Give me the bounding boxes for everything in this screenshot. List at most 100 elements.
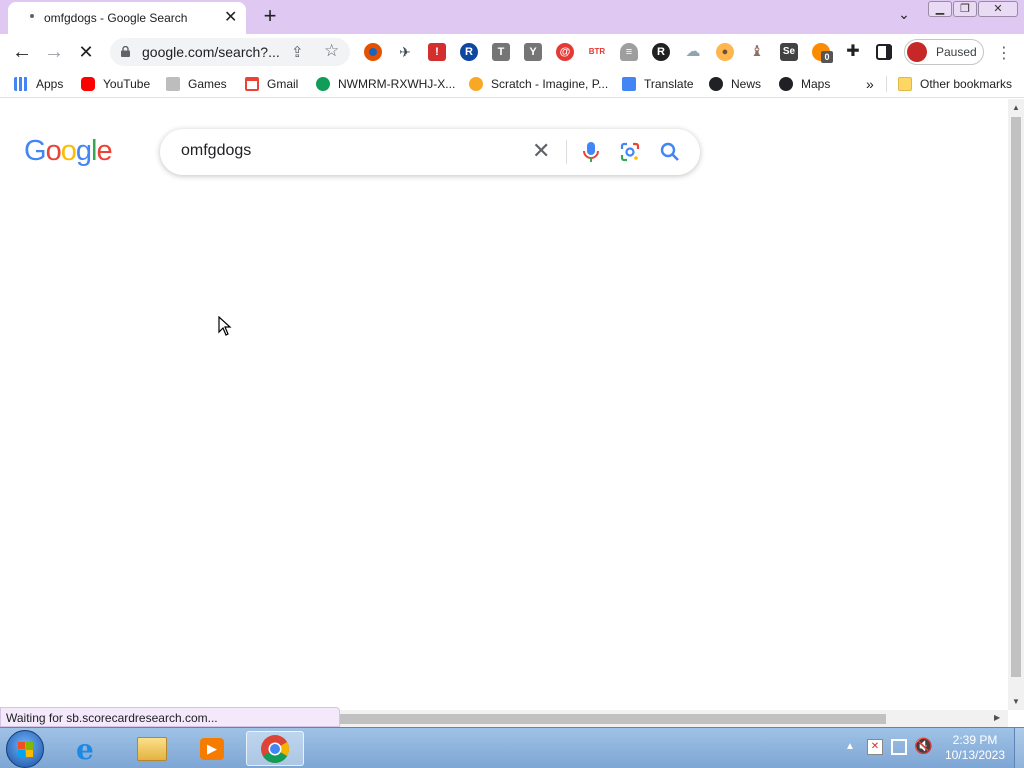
bookmark-scratch[interactable]: Scratch - Imagine, P...	[469, 75, 608, 93]
bookmark-translate[interactable]: Translate	[622, 75, 694, 93]
btr-extension-icon[interactable]: BTR	[586, 43, 608, 61]
file-explorer-taskbar-button[interactable]	[128, 731, 176, 766]
browser-tab[interactable]: omfgdogs - Google Search ✕	[8, 2, 246, 34]
chrome-icon	[261, 735, 289, 763]
volume-muted-icon[interactable]: 🔇	[914, 737, 933, 755]
bookmark-label: YouTube	[103, 77, 151, 91]
chess-extension-icon[interactable]: ♝	[748, 43, 766, 61]
minimize-button[interactable]: ▁	[928, 1, 952, 17]
bookmark-label: Translate	[644, 77, 694, 91]
bookmark-youtube[interactable]: YouTube	[81, 75, 150, 93]
r-black-extension-icon[interactable]: R	[652, 43, 670, 61]
clock-date: 10/13/2023	[944, 748, 1006, 762]
search-divider	[566, 140, 567, 164]
bookmark-maps[interactable]: Maps	[779, 75, 830, 93]
vertical-scroll-thumb[interactable]	[1011, 117, 1021, 677]
cloud-extension-icon[interactable]: ☁	[684, 43, 702, 61]
back-button[interactable]: ←	[8, 38, 36, 66]
internet-explorer-taskbar-button[interactable]: e	[66, 731, 114, 766]
bookmark-games[interactable]: Games	[166, 75, 227, 93]
google-logo[interactable]: Google	[24, 135, 113, 168]
extension-badge: 0	[821, 51, 833, 63]
forward-button[interactable]: →	[40, 38, 68, 66]
show-hidden-icons-arrow[interactable]: ▲	[845, 741, 855, 752]
windows-logo-part	[26, 742, 33, 749]
browser-toolbar: ← → ✕ google.com/search?... ⇪ ☆ ✈ ! R T …	[0, 34, 1024, 70]
logo-letter: G	[24, 135, 47, 167]
mouse-cursor-icon	[218, 316, 232, 336]
scroll-right-arrow[interactable]: ▶	[994, 713, 1000, 722]
start-button[interactable]	[6, 730, 44, 768]
show-desktop-button[interactable]	[1014, 728, 1024, 768]
search-box[interactable]: omfgdogs ✕	[160, 129, 700, 175]
folder-icon	[898, 77, 912, 91]
address-bar[interactable]: google.com/search?... ⇪ ☆	[110, 38, 350, 66]
system-clock[interactable]: 2:39 PM 10/13/2023	[940, 733, 1010, 763]
y-extension-icon[interactable]: Y	[524, 43, 542, 61]
bookmarks-overflow-button[interactable]: »	[866, 75, 874, 93]
share-icon[interactable]: ⇪	[291, 43, 304, 61]
avatar	[907, 42, 927, 62]
lock-icon	[121, 46, 130, 57]
new-tab-button[interactable]: +	[258, 4, 282, 28]
vimeo-extension-icon[interactable]: ✈	[396, 43, 414, 61]
bookmark-gmail[interactable]: Gmail	[245, 75, 298, 93]
translate-icon	[622, 77, 636, 91]
red-swirl-extension-icon[interactable]: @	[556, 43, 574, 61]
chrome-taskbar-button[interactable]	[246, 731, 304, 766]
bookmark-label: Scratch - Imagine, P...	[491, 77, 609, 91]
scroll-up-arrow[interactable]: ▲	[1012, 103, 1020, 112]
profile-button[interactable]: Paused	[904, 39, 984, 65]
search-input[interactable]: omfgdogs	[181, 142, 251, 160]
restore-button[interactable]: ❐	[953, 1, 977, 17]
bookmark-star-icon[interactable]: ☆	[324, 41, 339, 61]
bookmark-label: Games	[188, 77, 227, 91]
badge-extension-icon[interactable]: 0	[812, 43, 833, 63]
r-circle-extension-icon[interactable]: R	[460, 43, 478, 61]
bookmark-apps[interactable]: Apps	[14, 75, 63, 93]
globe-icon	[779, 77, 793, 91]
logo-letter: g	[75, 135, 92, 167]
stop-loading-button[interactable]: ✕	[72, 38, 100, 66]
scroll-down-arrow[interactable]: ▼	[1012, 697, 1020, 706]
bookmark-label: News	[731, 77, 762, 91]
status-bar: Waiting for sb.scorecardresearch.com...	[0, 707, 340, 727]
url-text: google.com/search?...	[142, 44, 280, 60]
search-icon[interactable]	[660, 142, 680, 162]
globe-icon	[709, 77, 723, 91]
puzzle-icon[interactable]: ✚	[844, 43, 862, 61]
clear-search-icon[interactable]: ✕	[532, 138, 550, 164]
tab-search-icon[interactable]: ⌄	[893, 6, 915, 26]
microphone-icon[interactable]	[582, 141, 600, 163]
network-icon[interactable]	[891, 739, 907, 755]
close-window-button[interactable]: ✕	[978, 1, 1018, 17]
logo-letter: e	[96, 135, 112, 167]
phone-icon	[316, 77, 330, 91]
google-lens-icon[interactable]	[620, 142, 640, 162]
close-tab-icon[interactable]: ✕	[224, 7, 237, 27]
bookmark-news[interactable]: News	[709, 75, 761, 93]
bookmarks-divider	[886, 76, 887, 92]
cookie-extension-icon[interactable]: ●	[716, 43, 734, 61]
tab-title: omfgdogs - Google Search	[44, 11, 188, 25]
t-extension-icon[interactable]: T	[492, 43, 510, 61]
horizontal-scroll-thumb[interactable]	[336, 714, 886, 724]
profile-status: Paused	[936, 45, 977, 59]
windows-logo-part	[18, 750, 25, 757]
stack-extension-icon[interactable]: ≡	[620, 43, 638, 61]
side-panel-icon[interactable]	[876, 44, 892, 60]
vertical-scrollbar[interactable]: ▲ ▼	[1008, 99, 1024, 710]
action-center-flag-icon[interactable]: ✕	[867, 739, 883, 755]
logo-letter: o	[45, 135, 62, 167]
eye-extension-icon[interactable]	[364, 43, 382, 61]
bookmark-label: Apps	[36, 77, 64, 91]
red-alert-extension-icon[interactable]: !	[428, 43, 446, 61]
other-bookmarks-folder[interactable]: Other bookmarks	[898, 75, 1012, 93]
loading-icon	[30, 14, 34, 18]
selenium-extension-icon[interactable]: Se	[780, 43, 798, 61]
kebab-menu-icon[interactable]: ⋮	[996, 43, 1012, 63]
bookmark-nwmrm[interactable]: NWMRM-RXWHJ-X...	[316, 75, 455, 93]
windows-logo-part	[26, 750, 33, 757]
windows-logo-icon	[18, 742, 25, 749]
media-player-taskbar-button[interactable]: ▶	[188, 731, 236, 766]
